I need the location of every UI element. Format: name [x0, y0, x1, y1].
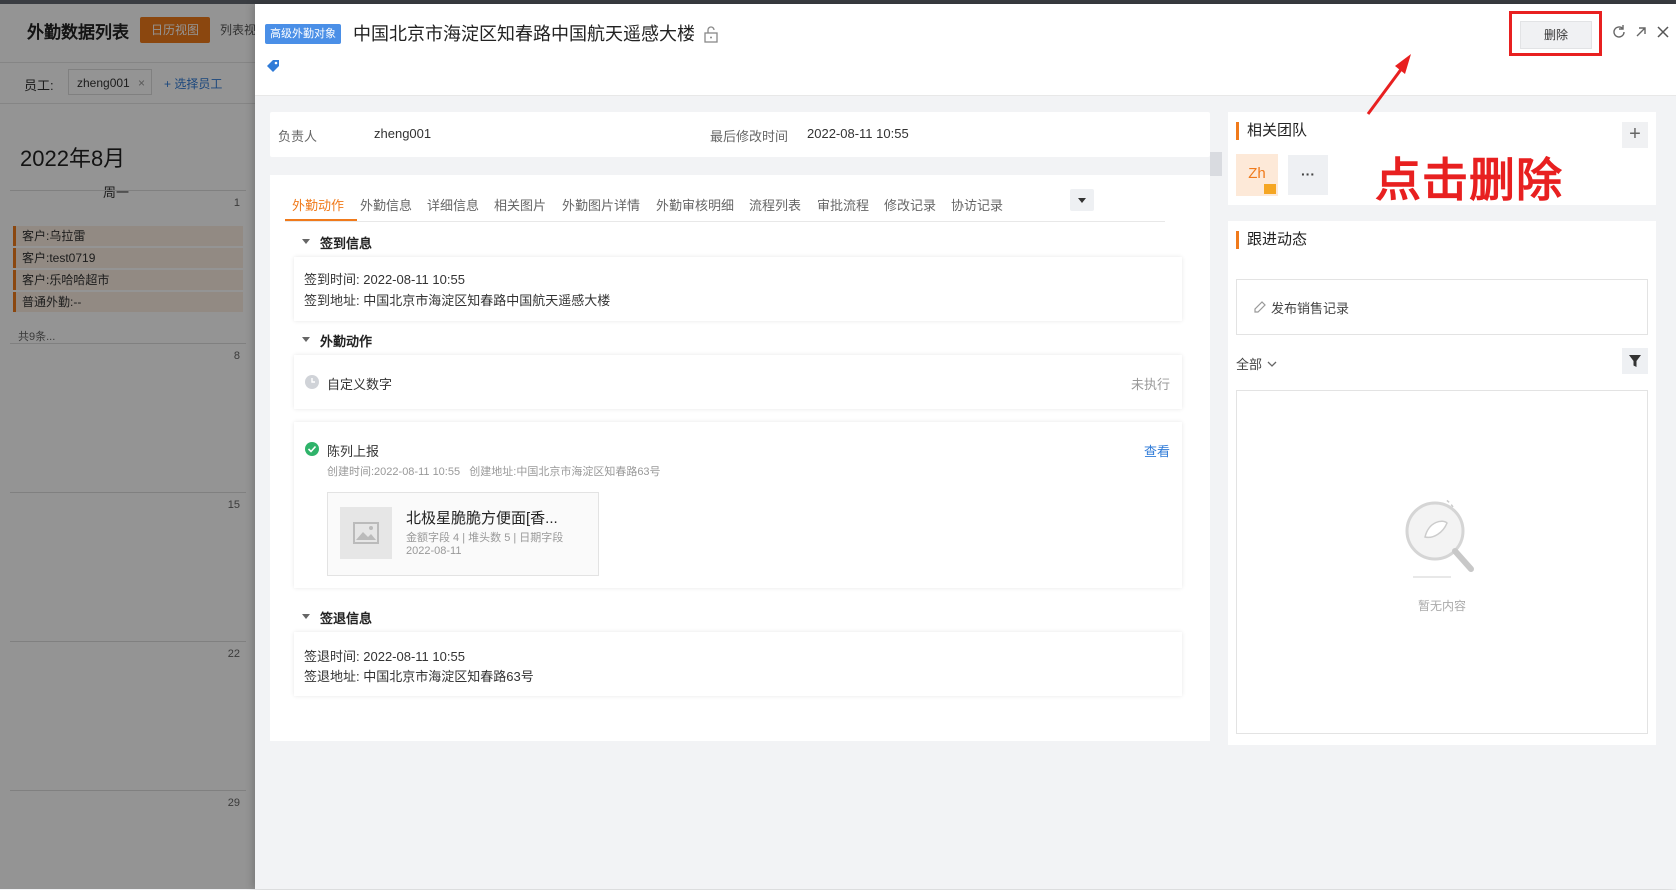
modified-time-value: 2022-08-11 10:55 — [807, 126, 909, 141]
tab-approval-flow[interactable]: 审批流程 — [817, 195, 869, 214]
custom-action-card: 自定义数字 未执行 — [294, 355, 1182, 409]
product-date: 2022-08-11 — [406, 545, 462, 557]
detail-drawer: 高级外勤对象 中国北京市海淀区知春路中国航天遥感大楼 删除 点击删除 负责人 z… — [255, 4, 1676, 889]
checkin-address: 签到地址: 中国北京市海淀区知春路中国航天遥感大楼 — [304, 290, 610, 309]
more-members-button[interactable]: ··· — [1288, 155, 1328, 195]
collapse-caret-icon[interactable] — [302, 337, 310, 342]
active-tab-indicator — [285, 219, 357, 221]
tag-icon[interactable] — [265, 58, 281, 74]
tab-audit-details[interactable]: 外勤审核明细 — [656, 195, 734, 214]
checkin-time-value: 2022-08-11 10:55 — [363, 272, 465, 287]
collapse-caret-icon[interactable] — [302, 614, 310, 619]
empty-state-text: 暂无内容 — [1417, 599, 1466, 613]
checkout-address-label: 签退地址: — [304, 669, 360, 684]
product-image-placeholder — [340, 507, 392, 559]
image-icon — [353, 522, 379, 544]
post-sales-record-label: 发布销售记录 — [1271, 301, 1350, 316]
followup-empty-state: 暂无内容 — [1236, 390, 1648, 734]
modified-time-label: 最后修改时间 — [710, 129, 789, 144]
checkout-time-value: 2022-08-11 10:55 — [363, 649, 465, 664]
filter-button[interactable] — [1622, 348, 1648, 374]
edit-icon — [1254, 301, 1266, 313]
filter-icon — [1629, 355, 1641, 367]
annotation-text: 点击删除 — [1375, 154, 1563, 206]
lock-icon — [704, 26, 718, 43]
tab-related-images[interactable]: 相关图片 — [494, 195, 546, 214]
custom-action-label: 自定义数字 — [327, 377, 393, 392]
tabs-more-button[interactable] — [1070, 189, 1094, 211]
refresh-icon[interactable] — [1611, 24, 1627, 40]
object-type-badge: 高级外勤对象 — [265, 24, 341, 44]
owner-value: zheng001 — [374, 126, 432, 141]
actions-section-title: 外勤动作 — [320, 334, 373, 349]
checkin-address-value: 中国北京市海淀区知春路中国航天遥感大楼 — [363, 293, 611, 308]
checkout-section-title: 签退信息 — [320, 611, 373, 626]
checkin-time-label: 签到时间: — [304, 272, 360, 287]
checkin-address-label: 签到地址: — [304, 293, 360, 308]
view-link[interactable]: 查看 — [1144, 441, 1170, 460]
product-card[interactable]: 北极星脆脆方便面[香... 金额字段 4 | 堆头数 5 | 日期字段 2022… — [327, 492, 599, 576]
caret-down-icon — [1078, 198, 1086, 203]
tab-field-info[interactable]: 外勤信息 — [360, 195, 412, 214]
product-name: 北极星脆脆方便面[香... — [406, 510, 558, 527]
checkin-section-title: 签到信息 — [320, 236, 373, 251]
display-report-card: 陈列上报 查看 创建时间:2022-08-11 10:55 创建地址:中国北京市… — [294, 422, 1182, 588]
expand-icon[interactable] — [1633, 24, 1649, 40]
checkout-time-label: 签退时间: — [304, 649, 360, 664]
drawer-header: 高级外勤对象 中国北京市海淀区知春路中国航天遥感大楼 删除 — [255, 4, 1676, 96]
checkout-address: 签退地址: 中国北京市海淀区知春路63号 — [304, 666, 534, 685]
chevron-down-icon — [1267, 361, 1277, 367]
related-team-title: 相关团队 — [1236, 122, 1307, 140]
tab-field-actions[interactable]: 外勤动作 — [292, 195, 344, 214]
checkin-time: 签到时间: 2022-08-11 10:55 — [304, 269, 465, 288]
owner-label: 负责人 — [278, 129, 318, 144]
delete-button[interactable]: 删除 — [1520, 21, 1592, 49]
tab-process-list[interactable]: 流程列表 — [749, 195, 801, 214]
summary-bar: 负责人 zheng001 最后修改时间 2022-08-11 10:55 — [270, 112, 1210, 157]
display-report-meta: 创建时间:2022-08-11 10:55 创建地址:中国北京市海淀区知春路63… — [327, 466, 661, 478]
tab-visit-log[interactable]: 协访记录 — [951, 195, 1003, 214]
tab-detail-info[interactable]: 详细信息 — [427, 195, 479, 214]
modal-overlay[interactable] — [0, 4, 255, 889]
main-panel: 外勤动作 外勤信息 详细信息 相关图片 外勤图片详情 外勤审核明细 流程列表 审… — [270, 175, 1210, 741]
collapse-handle[interactable] — [1210, 152, 1222, 176]
empty-search-icon — [1405, 498, 1474, 578]
add-member-button[interactable]: + — [1622, 122, 1648, 148]
record-title: 中国北京市海淀区知春路中国航天遥感大楼 — [353, 24, 695, 44]
followup-title: 跟进动态 — [1236, 231, 1307, 249]
checkout-time: 签退时间: 2022-08-11 10:55 — [304, 646, 465, 665]
clock-icon — [305, 375, 319, 389]
tab-change-log[interactable]: 修改记录 — [884, 195, 936, 214]
checkout-card: 签退时间: 2022-08-11 10:55 签退地址: 中国北京市海淀区知春路… — [294, 632, 1182, 696]
owner-crown-icon — [1264, 184, 1276, 194]
custom-action-status: 未执行 — [1130, 377, 1170, 392]
post-sales-record-input[interactable]: 发布销售记录 — [1236, 279, 1648, 335]
collapse-caret-icon[interactable] — [302, 239, 310, 244]
followup-filter-label: 全部 — [1236, 357, 1263, 372]
checkout-address-value: 中国北京市海淀区知春路63号 — [363, 669, 534, 684]
detail-tabs: 外勤动作 外勤信息 详细信息 相关图片 外勤图片详情 外勤审核明细 流程列表 审… — [285, 187, 1165, 222]
close-icon[interactable] — [1655, 24, 1671, 40]
product-fields: 金额字段 4 | 堆头数 5 | 日期字段 — [406, 532, 564, 544]
followup-panel: 跟进动态 发布销售记录 全部 暂无内容 — [1228, 221, 1656, 745]
tab-image-details[interactable]: 外勤图片详情 — [562, 195, 640, 214]
check-circle-icon — [305, 442, 319, 456]
checkin-card: 签到时间: 2022-08-11 10:55 签到地址: 中国北京市海淀区知春路… — [294, 257, 1182, 321]
display-report-label: 陈列上报 — [327, 444, 380, 459]
followup-filter-dropdown[interactable]: 全部 — [1236, 354, 1278, 373]
